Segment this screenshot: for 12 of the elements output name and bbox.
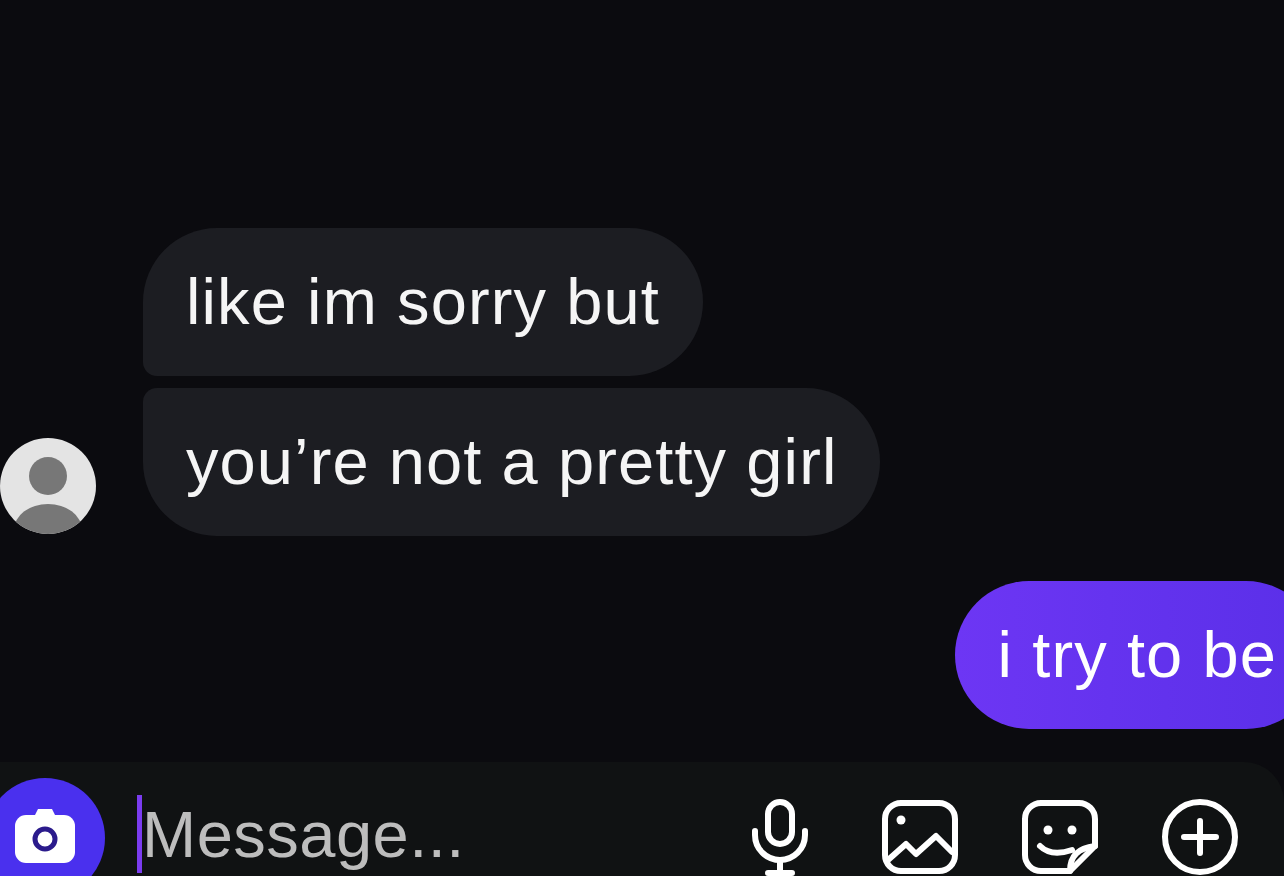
sticker-icon [1020,798,1100,876]
add-button[interactable] [1160,798,1240,876]
message-bubble: you’re not a pretty girl [143,388,881,536]
message-bubble: like im sorry but [143,228,703,376]
message-input[interactable]: Message... [137,795,720,873]
gallery-button[interactable] [880,798,960,876]
message-composer[interactable]: Message... [0,762,1284,876]
plus-icon [1160,798,1240,876]
image-icon [880,798,960,876]
avatar-icon [0,438,96,534]
sticker-button[interactable] [1020,798,1100,876]
message-bubble: i try to be [954,581,1284,729]
